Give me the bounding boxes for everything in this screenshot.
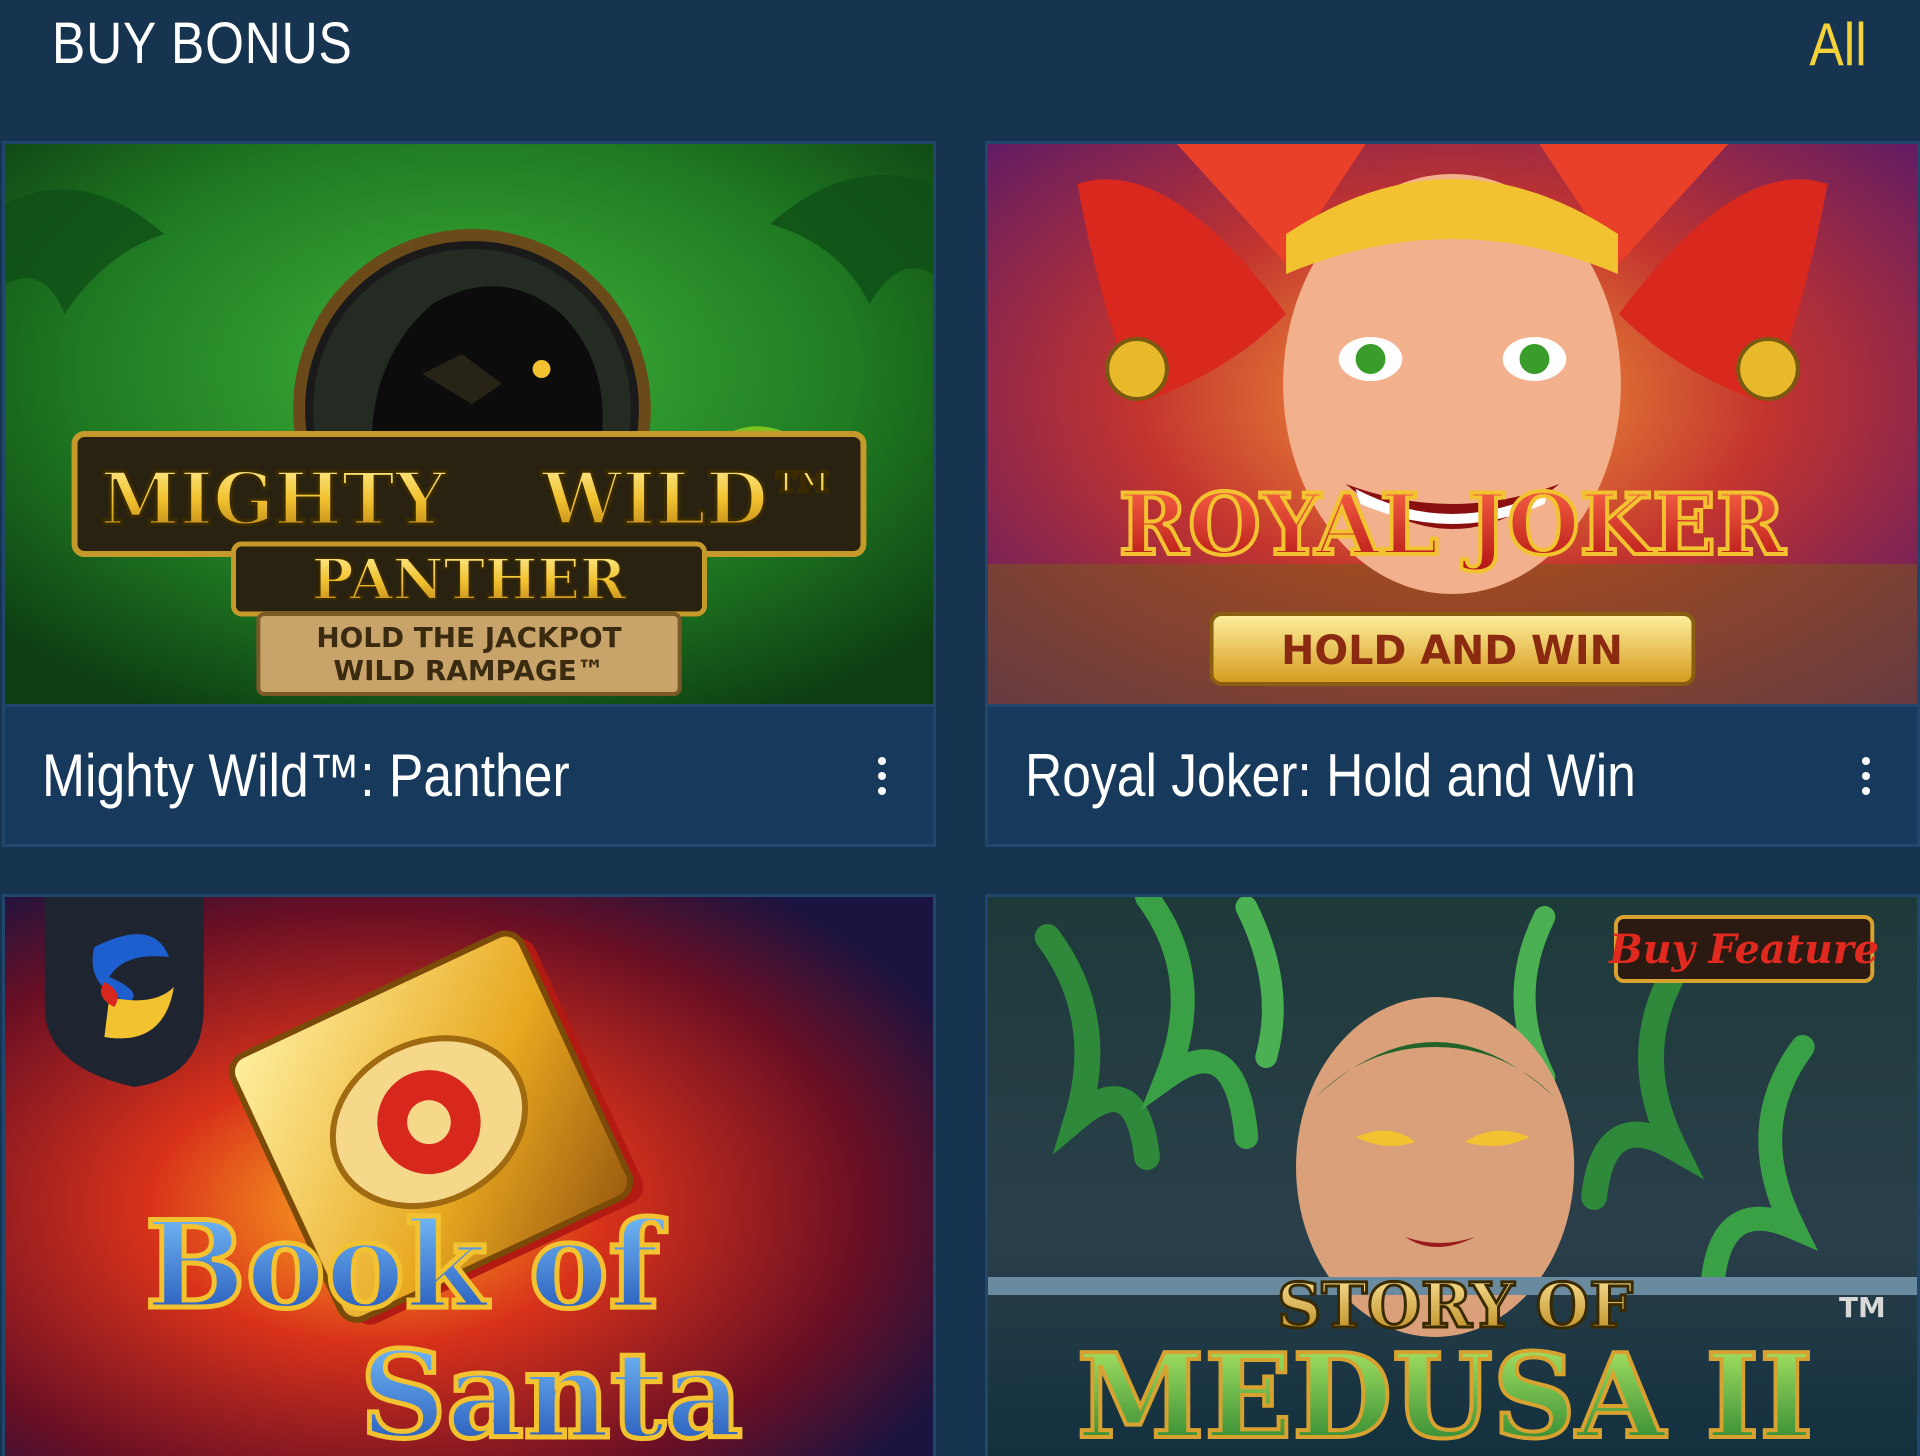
game-thumbnail[interactable]: MIGHTY WILD™ PANTHER HOLD THE JACKPOT WI… — [5, 144, 933, 704]
art-title-book-of: Book of — [145, 1196, 666, 1336]
art-subtitle: HOLD AND WIN — [1281, 628, 1623, 674]
story-of-medusa-ii-artwork: Buy Feature STORY OF MEDUSA II TM — [988, 897, 1917, 1456]
royal-joker-artwork: ROYAL JOKER HOLD AND WIN — [988, 144, 1917, 704]
game-title[interactable]: Royal Joker: Hold and Win — [1025, 741, 1636, 810]
art-title-wild: WILD™ — [541, 457, 840, 541]
book-of-santa-artwork: Book of Santa — [5, 897, 933, 1456]
kebab-menu-icon[interactable] — [867, 746, 897, 806]
game-title[interactable]: Mighty Wild™: Panther — [42, 741, 570, 810]
kebab-menu-icon[interactable] — [1851, 746, 1881, 806]
game-card-story-of-medusa-ii[interactable]: Buy Feature STORY OF MEDUSA II TM — [985, 894, 1920, 1456]
art-title-panther: PANTHER — [312, 548, 627, 613]
art-title-royal-joker: ROYAL JOKER — [1119, 475, 1787, 574]
buy-bonus-page: BUY BONUS All MIGHTY WILD™ PANTHER HOLD … — [0, 0, 1920, 1456]
game-card-mighty-wild-panther[interactable]: MIGHTY WILD™ PANTHER HOLD THE JACKPOT WI… — [2, 141, 936, 847]
art-title-medusa-ii: MEDUSA II — [1077, 1329, 1813, 1456]
game-thumbnail[interactable]: Book of Santa — [5, 897, 933, 1456]
art-title-mighty: MIGHTY — [100, 457, 446, 541]
game-card-book-of-santa[interactable]: Book of Santa — [2, 894, 936, 1456]
all-link[interactable]: All — [1810, 10, 1867, 79]
mighty-wild-panther-artwork: MIGHTY WILD™ PANTHER HOLD THE JACKPOT WI… — [5, 144, 933, 704]
game-card-royal-joker[interactable]: ROYAL JOKER HOLD AND WIN Royal Joker: Ho… — [985, 141, 1920, 847]
trademark-mark: TM — [1839, 1291, 1886, 1324]
card-footer: Mighty Wild™: Panther — [5, 704, 933, 844]
art-subtitle-line2: WILD RAMPAGE™ — [333, 654, 604, 687]
section-title: BUY BONUS — [52, 11, 353, 76]
buy-feature-badge: Buy Feature — [1608, 927, 1879, 973]
card-footer: Royal Joker: Hold and Win — [988, 704, 1917, 844]
art-title-santa: Santa — [360, 1326, 742, 1456]
art-subtitle-line1: HOLD THE JACKPOT — [316, 621, 621, 654]
section-header: BUY BONUS All — [0, 0, 1920, 130]
game-thumbnail[interactable]: ROYAL JOKER HOLD AND WIN — [988, 144, 1917, 704]
game-thumbnail[interactable]: Buy Feature STORY OF MEDUSA II TM — [988, 897, 1917, 1456]
